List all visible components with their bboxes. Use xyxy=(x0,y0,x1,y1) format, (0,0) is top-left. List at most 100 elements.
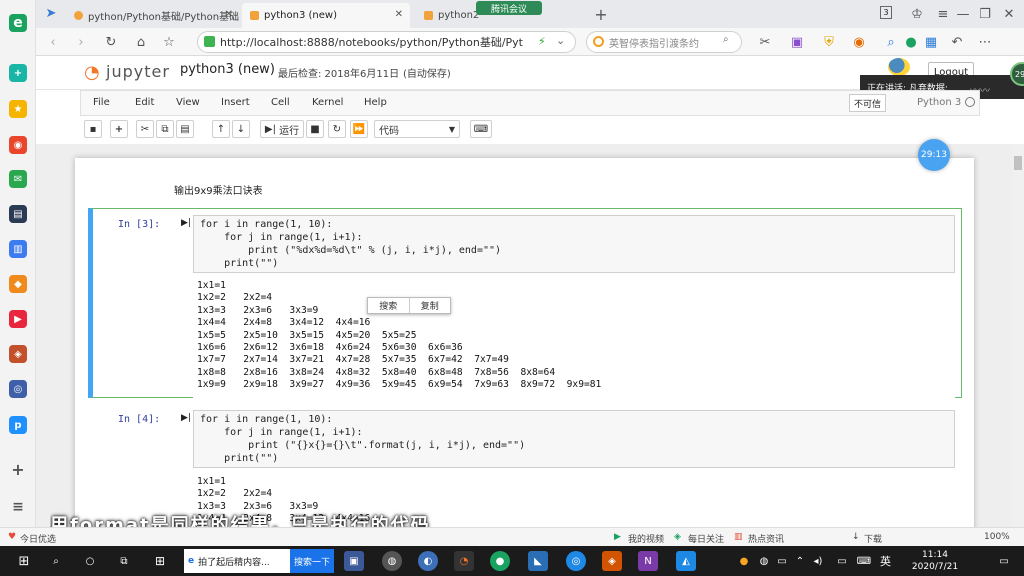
send-icon[interactable]: ➤ xyxy=(42,4,60,22)
paste-icon[interactable]: ▤ xyxy=(176,120,194,138)
network-icon[interactable]: ▭ xyxy=(832,551,852,571)
cell-2-input[interactable]: for i in range(1, 10): for j in range(1,… xyxy=(193,410,955,468)
popup-search-button[interactable]: 搜索 xyxy=(368,298,409,313)
meeting-badge[interactable]: 腾讯会议 xyxy=(476,1,542,15)
bookmark-star-icon[interactable]: ☆ xyxy=(160,33,178,51)
taskbar-search-button[interactable]: 搜索一下 xyxy=(290,549,334,573)
menu-view[interactable]: View xyxy=(176,97,200,108)
weibo-icon[interactable]: ◉ xyxy=(9,136,27,154)
menu-edit[interactable]: Edit xyxy=(135,97,154,108)
stop-icon[interactable]: ■ xyxy=(306,120,324,138)
menu-help[interactable]: Help xyxy=(364,97,387,108)
back-icon[interactable]: ‹ xyxy=(44,33,62,51)
keyboard-tray-icon[interactable]: ⌨ xyxy=(854,551,874,571)
wechat-app-icon[interactable]: ● xyxy=(490,551,510,571)
search-icon[interactable]: ⌕ xyxy=(46,551,66,571)
status-item[interactable]: 每日关注 xyxy=(688,532,724,545)
scrollbar[interactable] xyxy=(1012,144,1024,527)
cell-1-input[interactable]: for i in range(1, 10): for j in range(1,… xyxy=(193,215,955,273)
onenote-icon[interactable]: N xyxy=(638,551,658,571)
app-icon[interactable]: ◣ xyxy=(528,551,548,571)
cut-icon[interactable]: ✂ xyxy=(136,120,154,138)
more-icon[interactable]: ⋯ xyxy=(976,33,994,51)
jupyter-wordmark[interactable]: jupyter xyxy=(106,62,170,81)
restore-icon[interactable]: ❐ xyxy=(976,5,994,23)
windows-start-icon[interactable]: ⊞ xyxy=(14,551,34,571)
restart-icon[interactable]: ↻ xyxy=(328,120,346,138)
run-cell-icon[interactable]: ▶| xyxy=(181,413,191,423)
undo-icon[interactable]: ↶ xyxy=(948,33,966,51)
list-menu-icon[interactable]: ≡ xyxy=(9,498,27,516)
jupyter-app-icon[interactable]: ◔ xyxy=(454,551,474,571)
game-icon[interactable]: ◈ xyxy=(9,345,27,363)
browser-logo-icon[interactable]: e xyxy=(9,14,27,32)
move-down-icon[interactable]: ↓ xyxy=(232,120,250,138)
status-item[interactable]: 热点资讯 xyxy=(748,532,784,545)
tab-python-basics[interactable]: python/Python基础/Python基础 ✕ xyxy=(66,3,240,28)
extension-icon[interactable]: ▣ xyxy=(788,33,806,51)
scissors-icon[interactable]: ✂ xyxy=(756,33,774,51)
gamepad-icon[interactable]: ◉ xyxy=(850,33,868,51)
input-language[interactable]: 英 xyxy=(880,553,891,569)
menu-kernel[interactable]: Kernel xyxy=(312,97,343,108)
status-item[interactable]: 我的视频 xyxy=(628,532,664,545)
close-icon[interactable]: ✕ xyxy=(225,9,233,20)
reload-icon[interactable]: ↻ xyxy=(102,33,120,51)
windows-store-icon[interactable]: ⊞ xyxy=(150,551,170,571)
game2-icon[interactable]: ◎ xyxy=(9,380,27,398)
insert-cell-icon[interactable]: + xyxy=(110,120,128,138)
tray-icon[interactable]: ◍ xyxy=(754,551,774,571)
app-icon[interactable]: ◎ xyxy=(566,551,586,571)
timer-bubble[interactable]: 29:13 xyxy=(918,139,950,171)
shop-icon[interactable]: ◆ xyxy=(9,275,27,293)
meeting-app-icon[interactable]: ◭ xyxy=(676,551,696,571)
markdown-cell[interactable]: 输出9x9乘法口诀表 xyxy=(174,182,263,197)
grid-icon[interactable]: ▦ xyxy=(922,33,940,51)
video-icon[interactable]: ▶ xyxy=(9,310,27,328)
star-icon[interactable]: ★ xyxy=(9,100,27,118)
run-button[interactable]: ▶| 运行 xyxy=(260,120,304,138)
search-input[interactable]: 英智停表指引渡条约 ⌕ xyxy=(586,31,742,53)
add-icon[interactable]: + xyxy=(9,64,27,82)
close-icon[interactable]: ✕ xyxy=(395,9,403,20)
download-label[interactable]: 下载 xyxy=(864,532,882,545)
save-icon[interactable]: ▪ xyxy=(84,120,102,138)
add-app-icon[interactable]: + xyxy=(9,460,27,479)
menu-file[interactable]: File xyxy=(93,97,110,108)
chevron-down-icon[interactable]: ⌄ xyxy=(556,34,565,47)
forward-icon[interactable]: › xyxy=(72,33,90,51)
close-window-icon[interactable]: ✕ xyxy=(1000,5,1018,23)
doc-icon[interactable]: ▥ xyxy=(9,240,27,258)
cortana-icon[interactable]: ○ xyxy=(80,551,100,571)
address-bar[interactable]: http://localhost:8888/notebooks/python/P… xyxy=(197,31,576,53)
shield-icon[interactable]: ⛨ xyxy=(820,33,838,51)
tab-python3-new[interactable]: python3 (new) ✕ xyxy=(242,3,410,28)
menu-insert[interactable]: Insert xyxy=(221,97,250,108)
notification-icon[interactable]: ▭ xyxy=(994,551,1014,571)
app-icon[interactable]: ◈ xyxy=(602,551,622,571)
app-icon[interactable]: ▣ xyxy=(344,551,364,571)
minimize-icon[interactable]: — xyxy=(954,5,972,23)
keyboard-icon[interactable]: ⌨ xyxy=(470,120,492,138)
notebook-name[interactable]: python3 (new) xyxy=(180,62,275,77)
fast-forward-icon[interactable]: ⏩ xyxy=(350,120,368,138)
menu-icon[interactable]: ≡ xyxy=(934,5,952,23)
magnifier-icon[interactable]: ⌕ xyxy=(882,33,900,51)
volume-icon[interactable]: ◂) xyxy=(808,551,828,571)
clock[interactable]: 11:14 2020/7/21 xyxy=(900,549,970,573)
jupyter-logo-icon[interactable]: ◔ xyxy=(84,62,100,83)
trusted-indicator[interactable]: 不可信 xyxy=(849,94,887,112)
search-icon[interactable]: ⌕ xyxy=(723,34,729,45)
tray-icon[interactable]: ● xyxy=(734,551,754,571)
home-icon[interactable]: ⌂ xyxy=(132,33,150,51)
cell-type-select[interactable]: 代码 ▼ xyxy=(374,120,460,138)
wechat-icon[interactable]: ● xyxy=(902,33,920,51)
mail-icon[interactable]: ✉ xyxy=(9,170,27,188)
zoom-level[interactable]: 100% xyxy=(984,532,1010,542)
move-up-icon[interactable]: ↑ xyxy=(212,120,230,138)
copy-icon[interactable]: ⧉ xyxy=(156,120,174,138)
app-icon[interactable]: ◍ xyxy=(382,551,402,571)
chevron-up-icon[interactable]: ⌃ xyxy=(790,551,810,571)
p-app-icon[interactable]: p xyxy=(9,416,27,434)
status-left[interactable]: 今日优选 xyxy=(20,532,56,545)
